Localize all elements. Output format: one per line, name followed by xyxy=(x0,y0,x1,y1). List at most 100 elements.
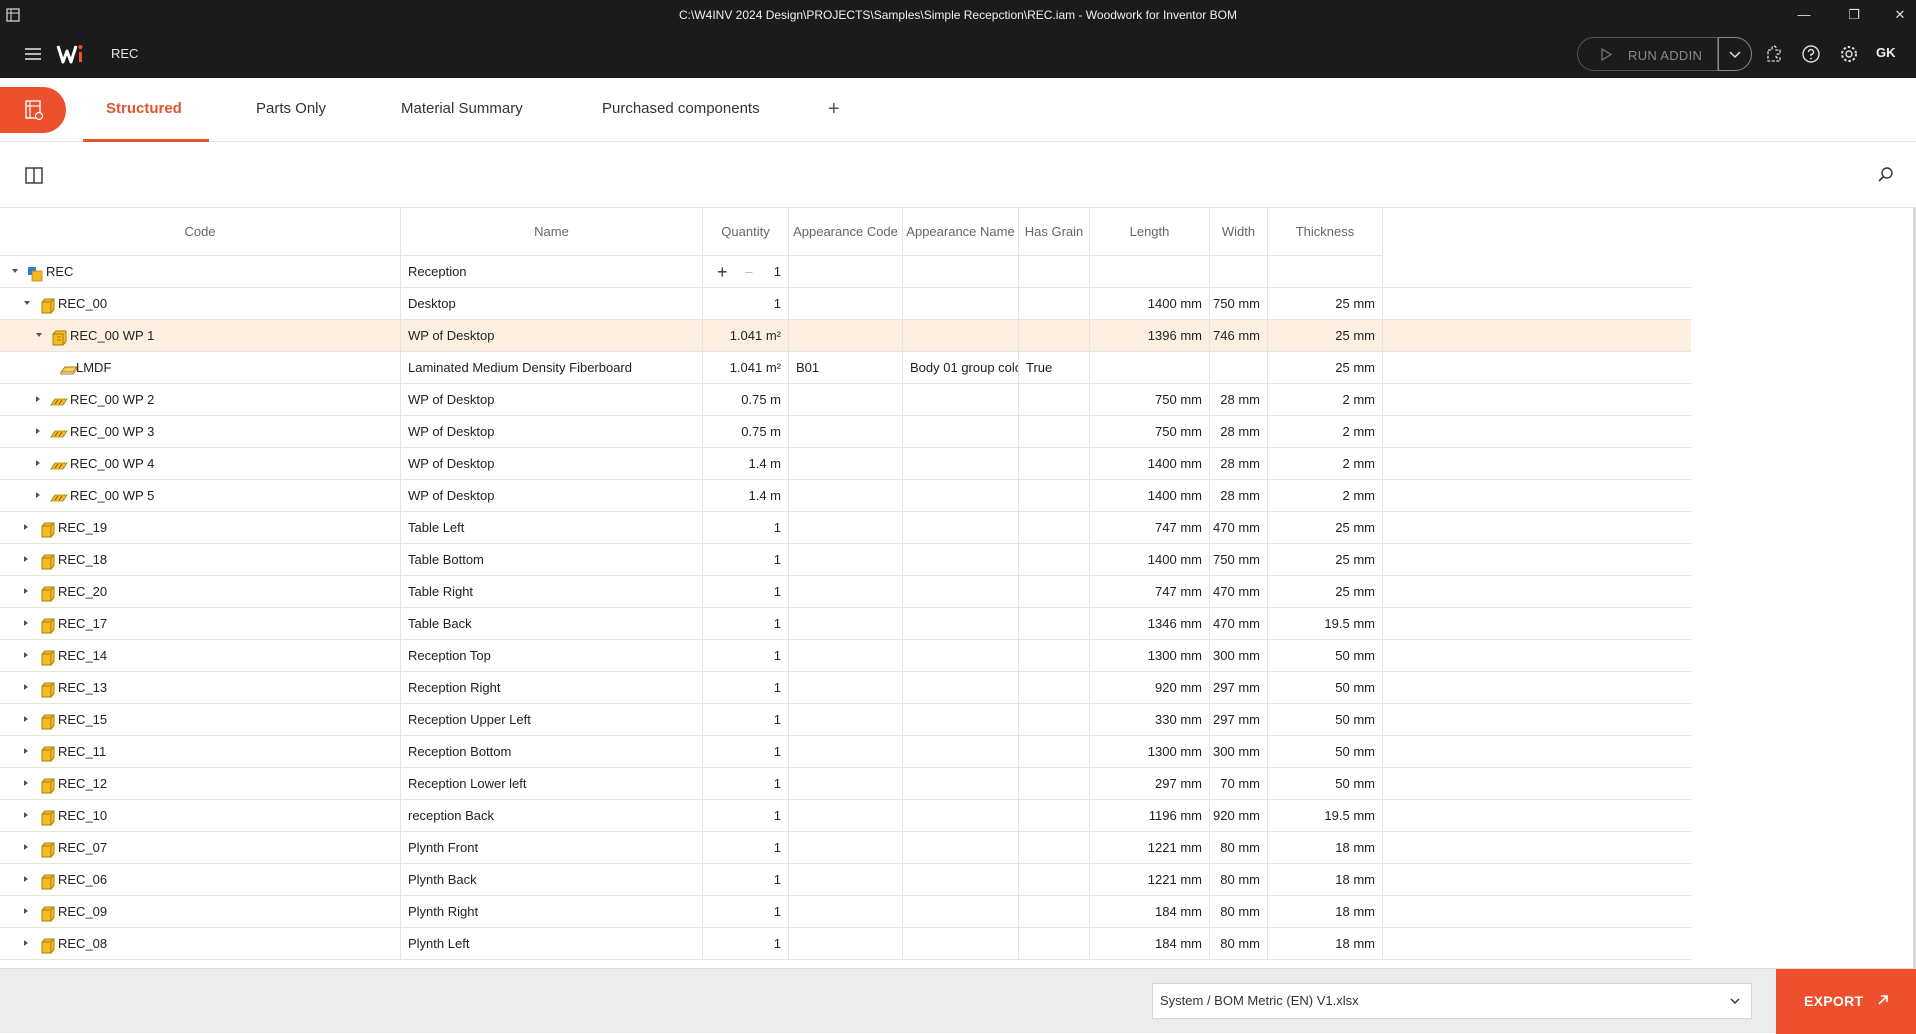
chevron-down-icon xyxy=(1729,51,1741,59)
collapse-caret-icon[interactable] xyxy=(12,269,18,273)
collapse-caret-icon[interactable] xyxy=(36,333,42,337)
table-row[interactable]: REC_00 WP 4 WP of Desktop 1.4 m 1400 mm 28 m… xyxy=(0,448,1691,480)
export-button[interactable]: EXPORT xyxy=(1776,969,1916,1034)
table-row[interactable]: REC_06 Plynth Back 1 1221 mm 80 mm 18 mm xyxy=(0,864,1691,896)
table-row[interactable]: REC_17 Table Back 1 1346 mm 470 mm 19.5 mm xyxy=(0,608,1691,640)
cell-has-grain xyxy=(1019,928,1090,960)
table-row[interactable]: REC_19 Table Left 1 747 mm 470 mm 25 mm xyxy=(0,512,1691,544)
expand-caret-icon[interactable] xyxy=(36,460,40,466)
table-row[interactable]: REC_14 Reception Top 1 1300 mm 300 mm 50 mm xyxy=(0,640,1691,672)
run-addin-button[interactable]: RUN ADDIN xyxy=(1577,37,1718,71)
cell-appearance-code xyxy=(789,896,903,928)
expand-caret-icon[interactable] xyxy=(24,524,28,530)
column-header-code[interactable]: Code xyxy=(0,208,401,256)
expand-caret-icon[interactable] xyxy=(24,876,28,882)
expand-caret-icon[interactable] xyxy=(24,556,28,562)
settings-gear-icon[interactable] xyxy=(1839,44,1859,64)
expand-caret-icon[interactable] xyxy=(24,940,28,946)
table-row[interactable]: REC_11 Reception Bottom 1 1300 mm 300 mm 50 m… xyxy=(0,736,1691,768)
table-row[interactable]: REC_00 WP 5 WP of Desktop 1.4 m 1400 mm 28 m… xyxy=(0,480,1691,512)
quantity-decrease-button[interactable]: − xyxy=(745,256,753,288)
cell-code: REC_00 WP 3 xyxy=(0,416,401,448)
cell-appearance-name xyxy=(903,608,1019,640)
expand-caret-icon[interactable] xyxy=(24,844,28,850)
expand-caret-icon[interactable] xyxy=(36,428,40,434)
table-row[interactable]: REC_12 Reception Lower left 1 297 mm 70 mm 50… xyxy=(0,768,1691,800)
table-row[interactable]: REC_09 Plynth Right 1 184 mm 80 mm 18 mm xyxy=(0,896,1691,928)
add-tab-button[interactable]: + xyxy=(828,98,840,121)
cell-length: 1221 mm xyxy=(1090,864,1210,896)
user-avatar[interactable]: GK xyxy=(1876,45,1896,60)
table-row[interactable]: REC_20 Table Right 1 747 mm 470 mm 25 mm xyxy=(0,576,1691,608)
cell-code: REC_07 xyxy=(0,832,401,864)
help-icon[interactable] xyxy=(1801,44,1821,64)
column-header-has-grain[interactable]: Has Grain xyxy=(1019,208,1090,256)
table-row[interactable]: REC_13 Reception Right 1 920 mm 297 mm 50 mm xyxy=(0,672,1691,704)
column-header-quantity[interactable]: Quantity xyxy=(703,208,789,256)
tab-purchased-components[interactable]: Purchased components xyxy=(602,100,760,117)
column-header-appearance-name[interactable]: Appearance Name xyxy=(903,208,1019,256)
expand-caret-icon[interactable] xyxy=(36,396,40,402)
cell-length: 750 mm xyxy=(1090,416,1210,448)
cell-quantity: 1.041 m² xyxy=(703,320,789,352)
minimize-icon[interactable]: — xyxy=(1789,4,1819,26)
table-row[interactable]: REC_00 WP 3 WP of Desktop 0.75 m 750 mm 28 m… xyxy=(0,416,1691,448)
tab-parts-only[interactable]: Parts Only xyxy=(256,100,326,117)
edgeband-icon xyxy=(50,423,68,441)
table-row[interactable]: REC_00 WP 1 WP of Desktop 1.041 m² 1396 mm 7… xyxy=(0,320,1691,352)
column-header-thickness[interactable]: Thickness xyxy=(1268,208,1383,256)
quantity-increase-button[interactable]: + xyxy=(717,256,728,288)
table-row[interactable]: REC_00 Desktop 1 1400 mm 750 mm 25 mm xyxy=(0,288,1691,320)
cell-code: REC_06 xyxy=(0,864,401,896)
cell-width: 70 mm xyxy=(1210,768,1268,800)
bom-home-button[interactable] xyxy=(0,87,66,133)
column-header-appearance-code[interactable]: Appearance Code xyxy=(789,208,903,256)
expand-caret-icon[interactable] xyxy=(36,492,40,498)
table-row[interactable]: REC_07 Plynth Front 1 1221 mm 80 mm 18 mm xyxy=(0,832,1691,864)
column-header-name[interactable]: Name xyxy=(401,208,703,256)
cell-appearance-name: Body 01 group color xyxy=(903,352,1019,384)
arrow-up-right-icon xyxy=(1878,995,1888,1005)
part-icon xyxy=(38,295,56,314)
expand-caret-icon[interactable] xyxy=(24,780,28,786)
expand-caret-icon[interactable] xyxy=(24,812,28,818)
cell-width: 80 mm xyxy=(1210,864,1268,896)
table-row[interactable]: LMDF Laminated Medium Density Fiberboard 1… xyxy=(0,352,1691,384)
expand-caret-icon[interactable] xyxy=(24,620,28,626)
expand-caret-icon[interactable] xyxy=(24,748,28,754)
expand-caret-icon[interactable] xyxy=(24,652,28,658)
window-title: C:\W4INV 2024 Design\PROJECTS\Samples\Si… xyxy=(679,8,1237,22)
table-row[interactable]: REC_15 Reception Upper Left 1 330 mm 297 mm 5… xyxy=(0,704,1691,736)
table-row[interactable]: REC_00 WP 2 WP of Desktop 0.75 m 750 mm 28 m… xyxy=(0,384,1691,416)
column-header-length[interactable]: Length xyxy=(1090,208,1210,256)
cell-appearance-name xyxy=(903,640,1019,672)
expand-caret-icon[interactable] xyxy=(24,684,28,690)
puzzle-icon[interactable] xyxy=(1764,44,1784,64)
collapse-caret-icon[interactable] xyxy=(24,301,30,305)
expand-caret-icon[interactable] xyxy=(24,588,28,594)
run-addin-dropdown[interactable] xyxy=(1718,37,1752,71)
restore-icon[interactable]: ❐ xyxy=(1839,4,1869,26)
cell-code: REC_00 WP 1 xyxy=(0,320,401,352)
column-header-width[interactable]: Width xyxy=(1210,208,1268,256)
expand-caret-icon[interactable] xyxy=(24,716,28,722)
table-row[interactable]: REC_18 Table Bottom 1 1400 mm 750 mm 25 mm xyxy=(0,544,1691,576)
tab-material-summary[interactable]: Material Summary xyxy=(401,100,523,117)
cell-width: 750 mm xyxy=(1210,544,1268,576)
toggle-panel-icon[interactable] xyxy=(25,167,43,184)
expand-caret-icon[interactable] xyxy=(24,908,28,914)
cell-appearance-code xyxy=(789,480,903,512)
tab-structured[interactable]: Structured xyxy=(106,100,182,117)
cell-thickness: 2 mm xyxy=(1268,384,1383,416)
hamburger-menu-icon[interactable] xyxy=(22,44,44,64)
cell-thickness: 50 mm xyxy=(1268,736,1383,768)
template-select[interactable]: System / BOM Metric (EN) V1.xlsx xyxy=(1152,983,1752,1019)
search-icon[interactable] xyxy=(1877,166,1895,184)
table-row[interactable]: REC Reception 1 + − xyxy=(0,256,1691,288)
cell-length: 1400 mm xyxy=(1090,544,1210,576)
table-row[interactable]: REC_08 Plynth Left 1 184 mm 80 mm 18 mm xyxy=(0,928,1691,960)
table-row[interactable]: REC_10 reception Back 1 1196 mm 920 mm 19.5 m… xyxy=(0,800,1691,832)
cell-appearance-name xyxy=(903,768,1019,800)
close-icon[interactable]: ✕ xyxy=(1885,4,1915,26)
cell-quantity: 1 xyxy=(703,928,789,960)
